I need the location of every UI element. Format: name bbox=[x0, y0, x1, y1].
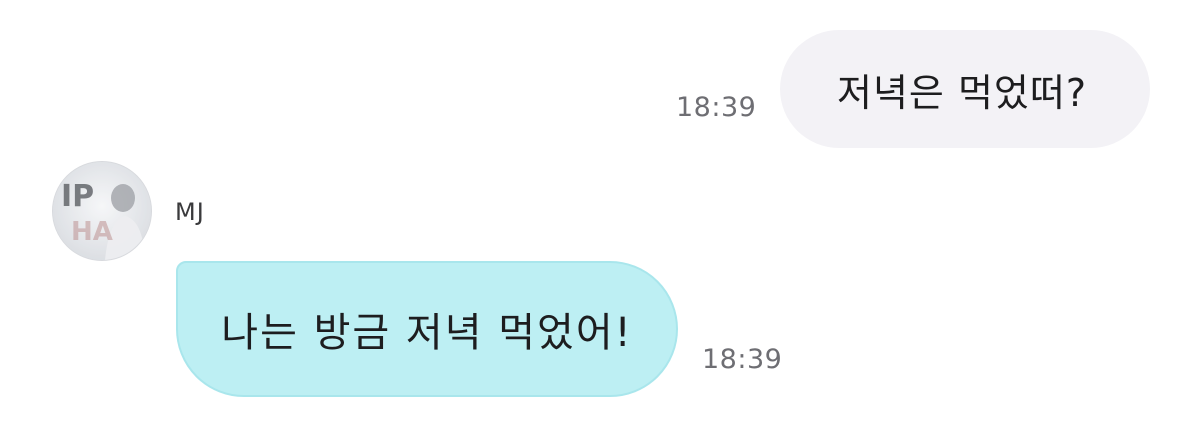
sender-name: MJ bbox=[175, 198, 205, 226]
avatar[interactable]: IP HA bbox=[52, 161, 152, 261]
outgoing-message-text: 저녁은 먹었떠? bbox=[836, 70, 1087, 115]
incoming-message-text: 나는 방금 저녁 먹었어! bbox=[221, 310, 633, 356]
incoming-message-timestamp: 18:39 bbox=[702, 344, 783, 375]
profile-photo-icon: IP HA bbox=[53, 162, 151, 260]
incoming-message-bubble[interactable]: 나는 방금 저녁 먹었어! bbox=[176, 261, 678, 397]
outgoing-message-bubble[interactable]: 저녁은 먹었떠? bbox=[780, 30, 1150, 148]
outgoing-message-timestamp: 18:39 bbox=[676, 92, 757, 123]
